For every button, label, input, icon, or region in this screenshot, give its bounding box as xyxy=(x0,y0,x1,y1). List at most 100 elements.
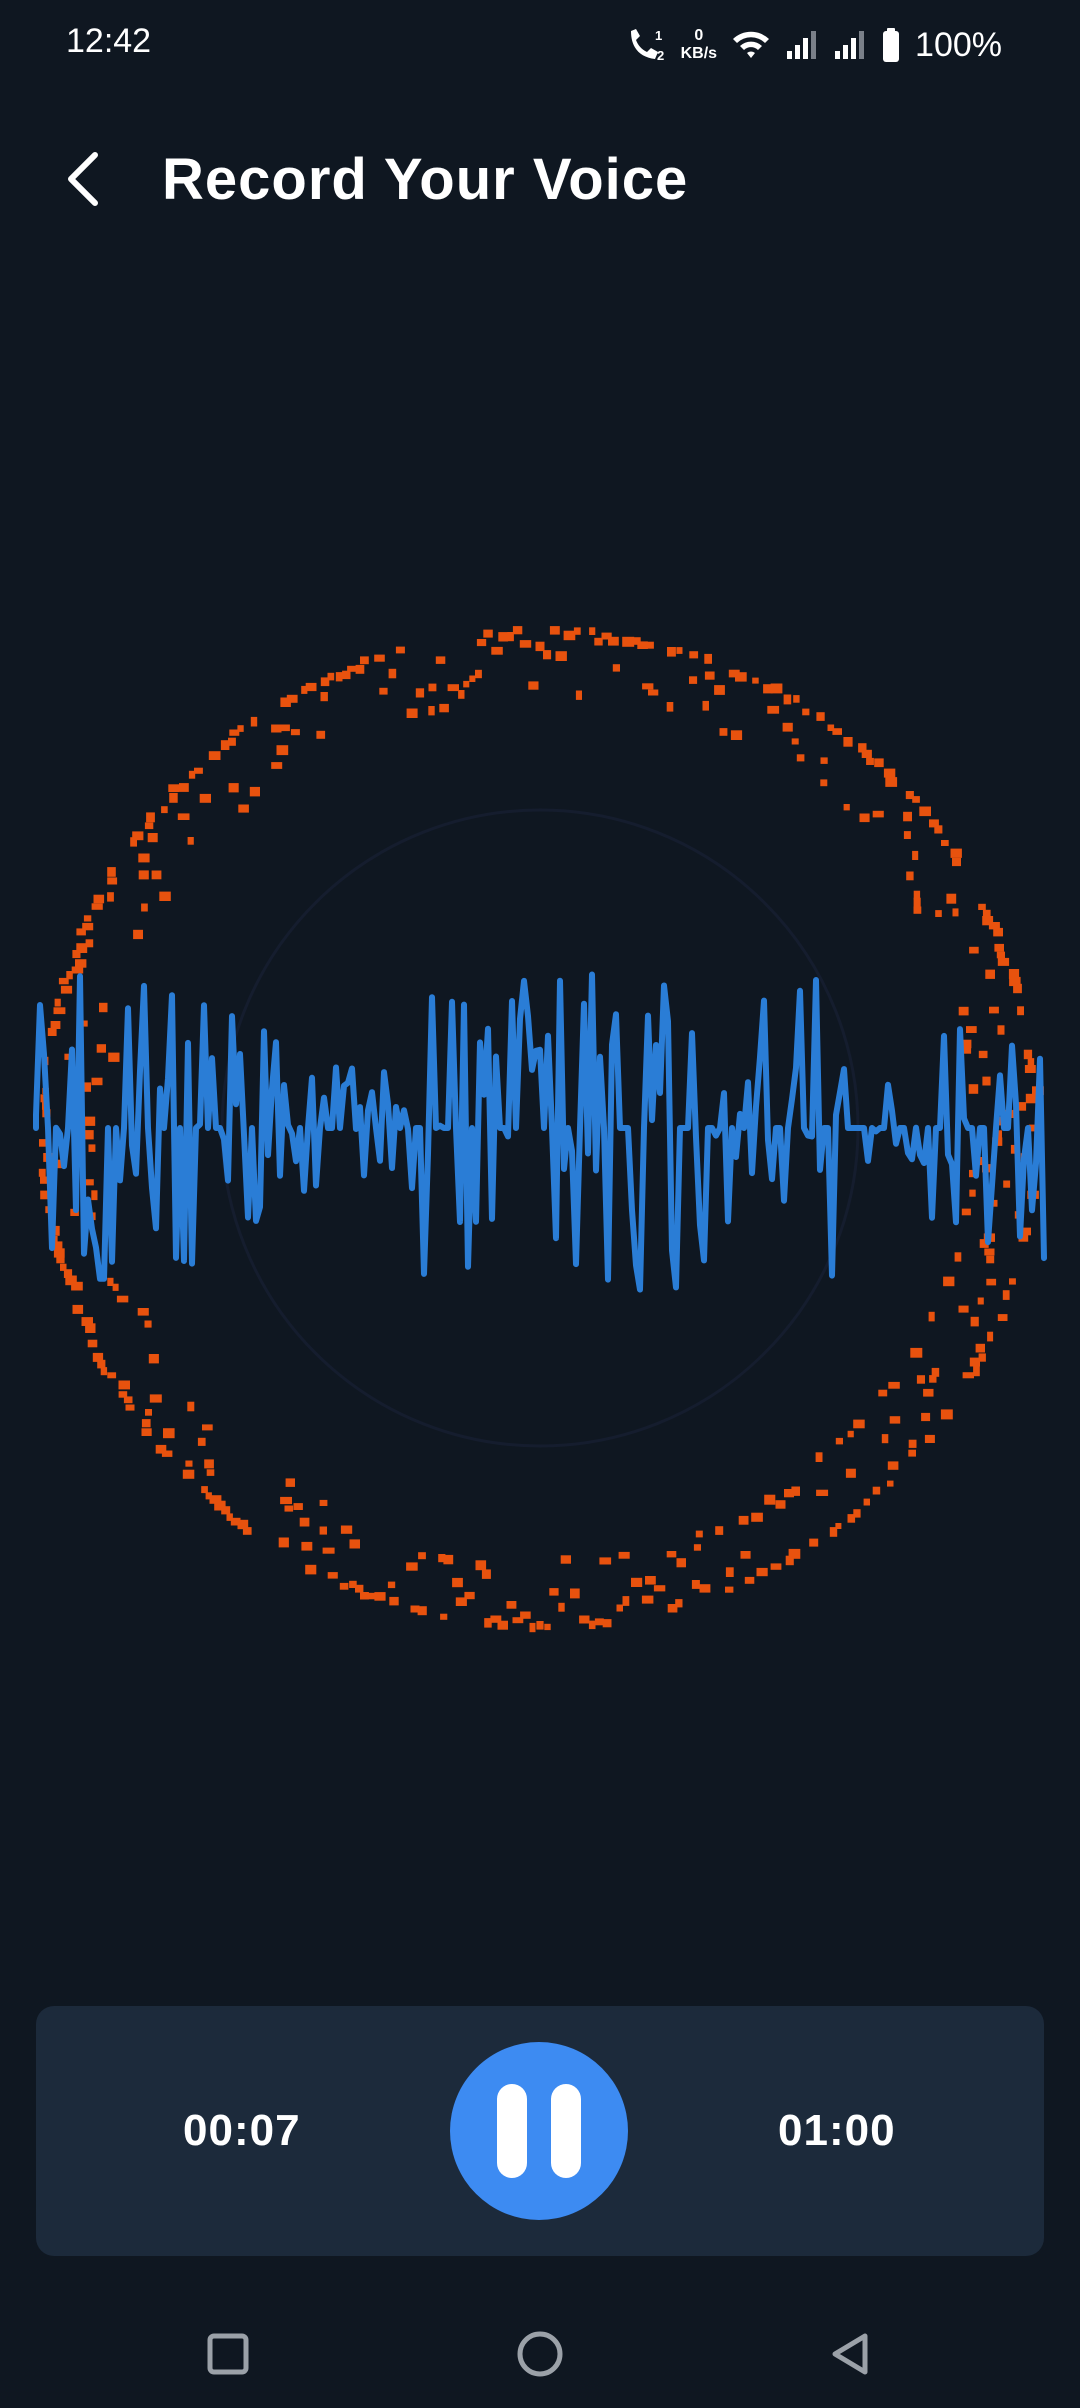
ring-dot xyxy=(439,703,449,713)
ring-dot xyxy=(519,640,532,648)
ring-dot xyxy=(549,626,560,635)
ring-dot xyxy=(133,929,143,940)
ring-dot xyxy=(280,1496,292,1505)
ring-dot xyxy=(342,670,351,680)
waveform-line xyxy=(33,971,1047,1293)
ring-dot xyxy=(579,1615,590,1624)
pause-button[interactable] xyxy=(450,2042,628,2220)
ring-dot xyxy=(228,783,239,793)
ring-dot xyxy=(785,1555,794,1566)
home-button[interactable] xyxy=(508,2322,572,2386)
ring-dot xyxy=(906,871,914,881)
ring-dot xyxy=(809,1538,819,1547)
ring-dot xyxy=(161,806,168,814)
ring-dot xyxy=(843,737,853,747)
ring-dot xyxy=(435,656,446,664)
ring-dot xyxy=(667,647,676,657)
system-back-button[interactable] xyxy=(818,2322,882,2386)
ring-dot xyxy=(149,1394,162,1403)
battery-percentage: 100% xyxy=(915,25,1002,64)
ring-dot xyxy=(182,1469,195,1479)
ring-dot xyxy=(327,1572,338,1579)
ring-dot xyxy=(950,848,962,858)
ring-dot xyxy=(570,1588,580,1599)
ring-dot xyxy=(83,915,92,922)
ring-dot xyxy=(132,831,144,841)
ring-dot xyxy=(87,1339,98,1348)
ring-dot xyxy=(440,1613,448,1620)
ring-dot xyxy=(75,959,87,968)
ring-dot xyxy=(116,1295,129,1303)
ring-dot xyxy=(764,1494,776,1505)
recents-button[interactable] xyxy=(196,2322,260,2386)
ring-dot xyxy=(145,1409,152,1416)
ring-dot xyxy=(666,1551,677,1558)
ring-dot xyxy=(179,783,189,792)
ring-dot xyxy=(935,910,942,917)
ring-dot xyxy=(622,1596,630,1606)
svg-text:1: 1 xyxy=(655,28,662,43)
ring-dot xyxy=(355,664,365,674)
ring-dot xyxy=(767,705,780,714)
ring-dot xyxy=(118,1391,128,1398)
ring-dot xyxy=(961,1208,971,1216)
ring-dot xyxy=(968,1084,979,1094)
ring-dot xyxy=(962,1372,974,1379)
ring-dot xyxy=(881,1434,889,1444)
ring-dot xyxy=(452,1577,463,1588)
ring-dot xyxy=(138,853,150,863)
ring-dot xyxy=(874,758,884,768)
ring-dot xyxy=(986,1255,995,1264)
ring-dot xyxy=(608,636,619,646)
ring-dot xyxy=(406,1562,418,1571)
ring-dot xyxy=(271,762,283,769)
ring-dot xyxy=(208,751,221,760)
ring-dot xyxy=(589,627,596,635)
ring-dot xyxy=(775,1500,786,1509)
ring-dot xyxy=(205,1492,212,1500)
ring-dot xyxy=(1017,1006,1024,1016)
ring-dot xyxy=(730,730,743,740)
ring-dot xyxy=(1002,1290,1010,1300)
ring-dot xyxy=(428,706,435,716)
ring-dot xyxy=(928,1311,935,1322)
ring-dot xyxy=(125,1404,135,1411)
ring-dot xyxy=(653,1585,666,1592)
ring-dot xyxy=(802,708,810,716)
ring-dot xyxy=(82,922,94,931)
ring-dot xyxy=(770,683,783,694)
signal-1-icon xyxy=(785,29,819,61)
ring-dot xyxy=(973,1366,980,1377)
ring-dot xyxy=(475,1560,487,1571)
ring-dot xyxy=(704,653,712,664)
ring-dot xyxy=(185,1460,193,1467)
ring-dot xyxy=(54,998,61,1007)
ring-dot xyxy=(845,1468,856,1478)
ring-dot xyxy=(368,1592,377,1600)
ring-dot xyxy=(278,724,290,732)
ring-dot xyxy=(406,708,418,718)
ring-dot xyxy=(60,985,73,994)
ring-dot xyxy=(770,1563,782,1570)
ring-dot xyxy=(88,1144,96,1152)
ring-dot xyxy=(996,951,1005,959)
ring-dot xyxy=(147,833,158,843)
ring-dot xyxy=(506,1601,517,1609)
ring-dot xyxy=(887,1461,899,1470)
ring-dot xyxy=(903,831,911,839)
ring-dot xyxy=(853,1419,865,1429)
ring-dot xyxy=(989,1006,999,1014)
ring-dot xyxy=(738,1515,749,1525)
ring-dot xyxy=(319,1526,327,1535)
ring-dot xyxy=(924,1434,935,1443)
total-time: 01:00 xyxy=(778,2106,896,2155)
ring-dot xyxy=(977,1297,984,1305)
ring-dot xyxy=(379,687,388,695)
ring-dot xyxy=(50,1021,61,1029)
ring-dot xyxy=(885,777,898,787)
network-speed-value: 0 xyxy=(694,27,704,44)
ring-dot xyxy=(667,1604,678,1613)
ring-dot xyxy=(982,909,991,916)
back-button[interactable] xyxy=(48,144,118,214)
ring-dot xyxy=(476,639,487,647)
